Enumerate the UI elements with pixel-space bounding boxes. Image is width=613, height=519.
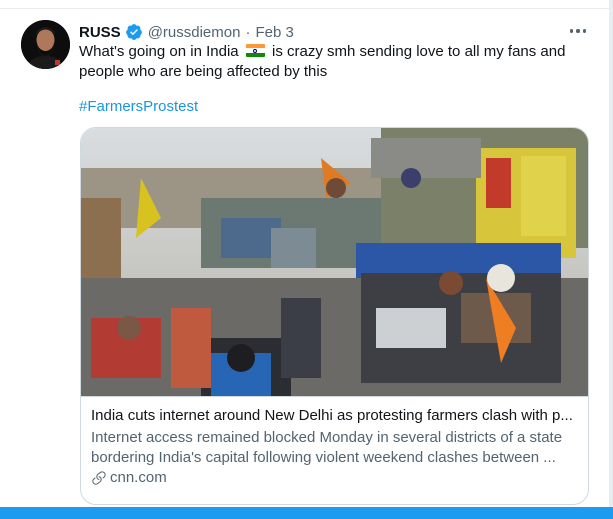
card-description[interactable]: Internet access remained blocked Monday … xyxy=(91,428,571,468)
card-body[interactable]: India cuts internet around New Delhi as … xyxy=(81,396,588,504)
tweet-date[interactable]: Feb 3 xyxy=(255,24,293,41)
tweet-text-part-1: What's going on in India xyxy=(79,43,239,60)
avatar[interactable] xyxy=(21,20,70,69)
tweet-header: RUSS @russdiemon · Feb 3 xyxy=(79,22,294,42)
scrollbar-track[interactable] xyxy=(609,0,613,507)
card-domain[interactable]: cnn.com xyxy=(91,468,167,488)
author-display-name[interactable]: RUSS xyxy=(79,24,121,41)
window-top-edge xyxy=(0,0,613,9)
link-icon xyxy=(92,471,106,485)
news-photo-image xyxy=(81,128,588,396)
india-flag-icon xyxy=(245,44,265,57)
more-options-icon[interactable] xyxy=(565,20,591,42)
header-separator: · xyxy=(245,23,251,41)
card-title[interactable]: India cuts internet around New Delhi as … xyxy=(91,406,581,426)
tweet-text: What's going on in India is crazy smh se… xyxy=(79,42,584,82)
verified-badge-icon xyxy=(125,24,142,40)
link-preview-card[interactable]: India cuts internet around New Delhi as … xyxy=(80,127,589,505)
card-domain-text[interactable]: cnn.com xyxy=(110,468,167,488)
bottom-bar xyxy=(0,507,613,519)
tweet[interactable]: RUSS @russdiemon · Feb 3 What's going on… xyxy=(0,10,609,506)
hashtag-link[interactable]: #FarmersProstest xyxy=(79,98,198,115)
avatar-image xyxy=(21,20,70,69)
author-handle[interactable]: @russdiemon xyxy=(148,24,241,41)
